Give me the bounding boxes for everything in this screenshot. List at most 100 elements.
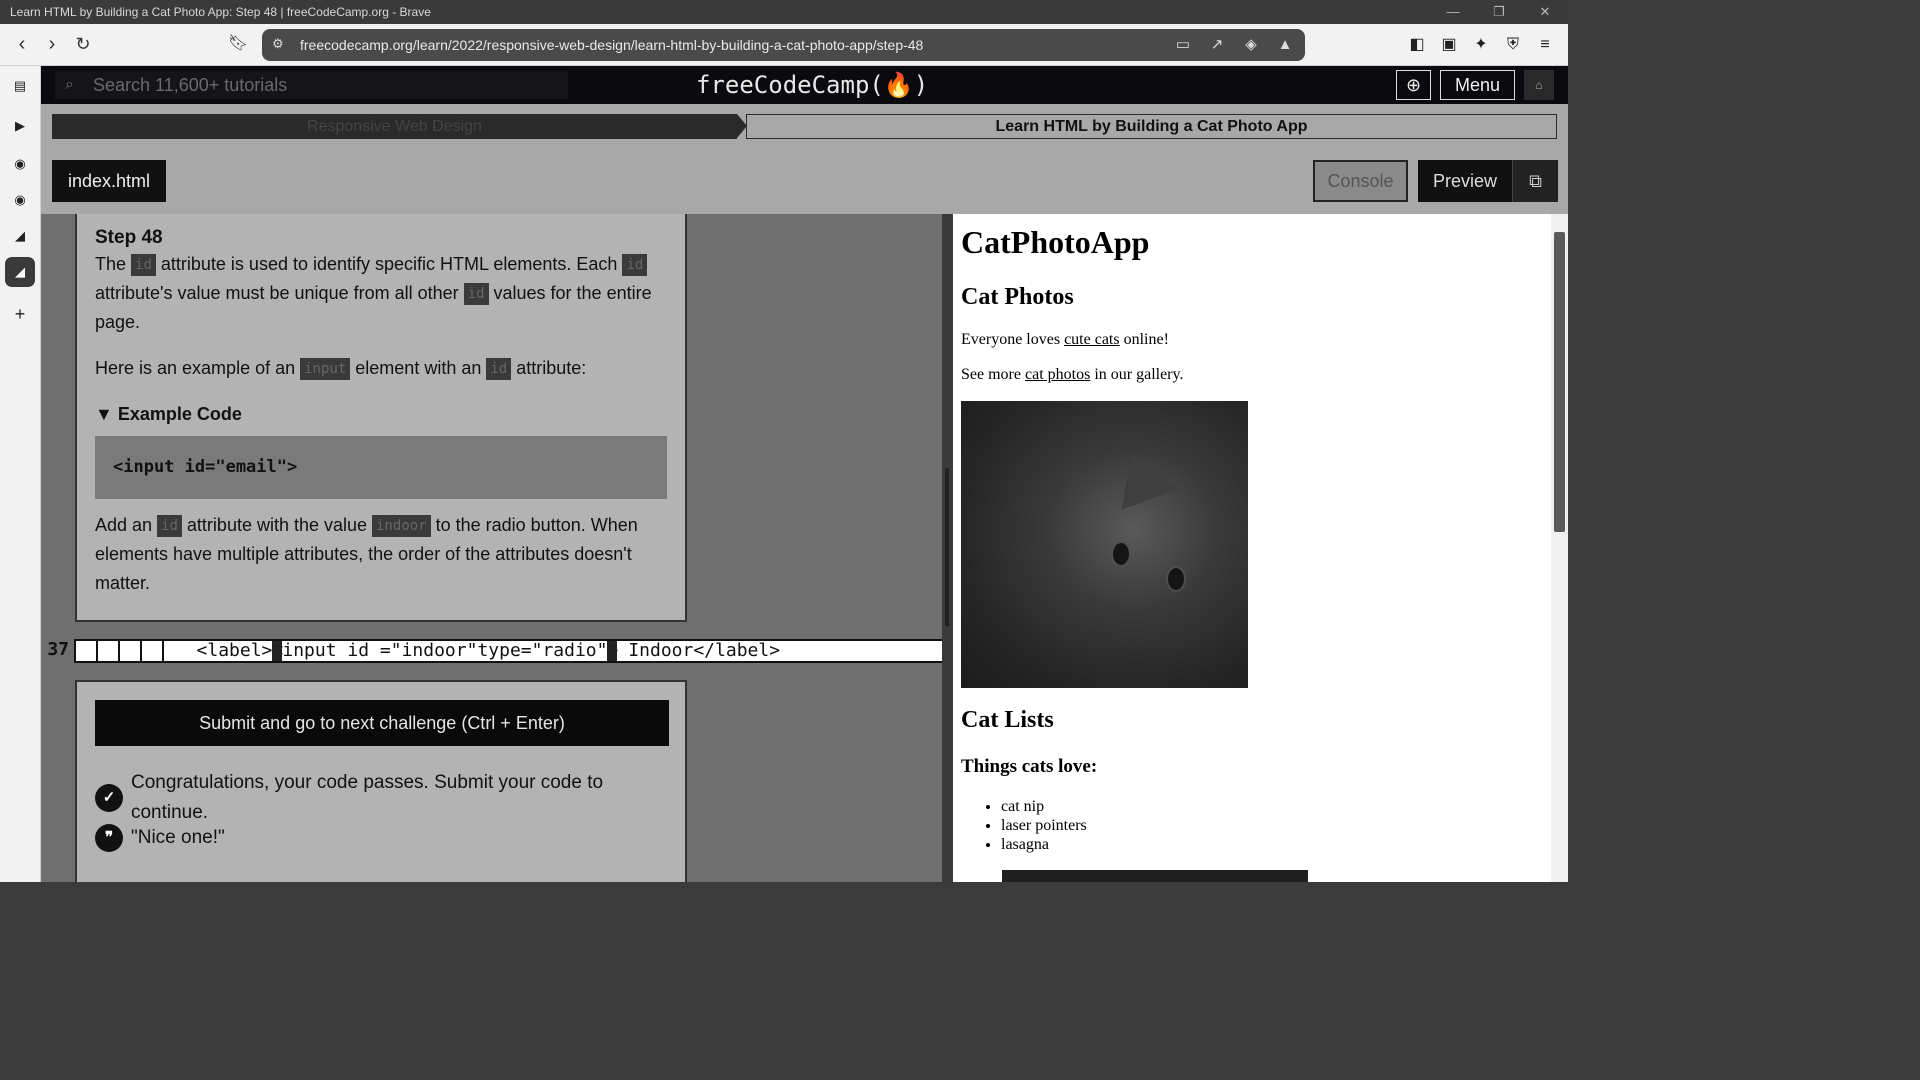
preview-heading-cat-photos: Cat Photos bbox=[961, 284, 1074, 310]
minimize-button[interactable]: — bbox=[1430, 0, 1476, 24]
cat-photos-link[interactable]: cat photos bbox=[1025, 366, 1090, 383]
browser-right-tools: ◧ ▣ ✦ ⛨ ≡ bbox=[1404, 32, 1558, 58]
globe-icon-2[interactable]: ◉ bbox=[8, 188, 32, 212]
code-text-input: input id ="indoor"type="radio" bbox=[282, 640, 608, 661]
text: attribute: bbox=[511, 358, 587, 378]
popout-preview-icon[interactable]: ⧉ bbox=[1512, 160, 1558, 202]
menu-button[interactable]: Menu bbox=[1440, 70, 1515, 100]
breadcrumb: Responsive Web Design Learn HTML by Buil… bbox=[41, 104, 1568, 214]
text: online! bbox=[1119, 331, 1169, 348]
breadcrumb-block[interactable]: Learn HTML by Building a Cat Photo App bbox=[746, 114, 1557, 139]
freecodecamp-active-icon[interactable]: ◢ bbox=[5, 257, 35, 287]
preview-paragraph-2: See more cat photos in our gallery. bbox=[961, 366, 1183, 384]
inline-code: id bbox=[486, 358, 512, 381]
console-button[interactable]: Console bbox=[1313, 160, 1408, 202]
search-input[interactable]: ⌕ Search 11,600+ tutorials bbox=[55, 71, 568, 99]
quote-text: "Nice one!" bbox=[131, 827, 225, 848]
preview-paragraph-1: Everyone loves cute cats online! bbox=[961, 331, 1169, 349]
brave-rewards-icon[interactable]: ▲ bbox=[1273, 34, 1297, 56]
url-text[interactable]: freecodecamp.org/learn/2022/responsive-w… bbox=[300, 29, 923, 61]
quote-icon: ❞ bbox=[95, 824, 123, 852]
example-code-summary[interactable]: ▼ Example Code bbox=[95, 400, 667, 429]
indent-guide bbox=[76, 641, 98, 661]
indent-guide bbox=[98, 641, 120, 661]
reload-icon[interactable]: ↻ bbox=[70, 32, 96, 58]
cute-cats-link[interactable]: cute cats bbox=[1064, 331, 1120, 348]
sidebar-toggle-icon[interactable]: ◧ bbox=[1404, 32, 1430, 58]
preview-scrollbar-thumb[interactable] bbox=[1554, 232, 1565, 532]
forward-icon[interactable]: › bbox=[39, 32, 65, 58]
text: Here is an example of an bbox=[95, 358, 301, 378]
list-item: lasagna bbox=[1001, 835, 1087, 854]
share-icon[interactable]: ↗ bbox=[1205, 34, 1229, 56]
lasagna-image bbox=[1002, 870, 1308, 882]
inline-code: id bbox=[622, 254, 648, 277]
inline-code: indoor bbox=[372, 515, 431, 538]
editor-gutter bbox=[41, 214, 74, 882]
cat-eye-shape bbox=[1166, 566, 1186, 592]
instructions-panel: Step 48 The id attribute is used to iden… bbox=[75, 214, 687, 622]
code-line-editable[interactable]: <label><input id ="indoor"type="radio"> … bbox=[74, 639, 946, 663]
instruction-paragraph-2: Here is an example of an input element w… bbox=[95, 354, 667, 383]
tab-index-html[interactable]: index.html bbox=[52, 160, 166, 202]
fcc-logo[interactable]: freeCodeCamp(🔥) bbox=[696, 68, 928, 102]
success-text: Congratulations, your code passes. Submi… bbox=[130, 772, 604, 823]
wallet-icon[interactable]: ▣ bbox=[1436, 32, 1462, 58]
editor-pane: Step 48 The id attribute is used to iden… bbox=[41, 214, 946, 882]
text: attribute's value must be unique from al… bbox=[95, 283, 464, 303]
list-item: laser pointers bbox=[1001, 816, 1087, 835]
cat-eye-shape bbox=[1111, 541, 1131, 567]
leo-ai-icon[interactable]: ✦ bbox=[1468, 32, 1494, 58]
check-circle-icon: ✓ bbox=[95, 784, 123, 812]
search-icon: ⌕ bbox=[65, 76, 74, 93]
text: Everyone loves bbox=[961, 331, 1065, 348]
preview-title: CatPhotoApp bbox=[961, 224, 1150, 260]
triangle-down-icon: ▼ bbox=[95, 404, 113, 424]
inline-code: id bbox=[131, 254, 156, 277]
cast-icon[interactable]: ▭ bbox=[1171, 34, 1195, 56]
back-icon[interactable]: ‹ bbox=[9, 32, 35, 58]
inline-code: input bbox=[300, 358, 351, 381]
pane-splitter[interactable] bbox=[942, 214, 953, 882]
preview-subheading: Things cats love: bbox=[961, 756, 1098, 777]
text: attribute with the value bbox=[181, 515, 373, 535]
close-button[interactable]: ✕ bbox=[1522, 0, 1568, 24]
step-title: Step 48 bbox=[95, 227, 163, 248]
window-controls: — ❐ ✕ bbox=[1430, 0, 1568, 24]
editor-scrollbar-thumb[interactable] bbox=[945, 468, 949, 626]
example-code-block: <input id="email"> bbox=[95, 436, 667, 499]
avatar[interactable]: ⌂ bbox=[1524, 70, 1554, 100]
instruction-paragraph-3: Add an id attribute with the value indoo… bbox=[95, 511, 667, 598]
preview-heading-cat-lists: Cat Lists bbox=[961, 707, 1054, 733]
window-title-bar: Learn HTML by Building a Cat Photo App: … bbox=[0, 0, 1568, 24]
window-title: Learn HTML by Building a Cat Photo App: … bbox=[10, 5, 431, 19]
list-item: cat nip bbox=[1001, 797, 1087, 816]
bookmark-icon[interactable]: 🔖︎ bbox=[225, 32, 251, 58]
youtube-icon[interactable]: ▶ bbox=[8, 114, 32, 138]
vpn-icon[interactable]: ⛨ bbox=[1500, 32, 1526, 58]
language-globe-icon[interactable]: ⊕ bbox=[1396, 70, 1431, 100]
cat-ear-shape bbox=[1104, 442, 1178, 510]
browser-sidebar: ▤ ▶ ◉ ◉ ◢ ◢ + bbox=[0, 66, 41, 882]
site-settings-icon[interactable]: ⚙ bbox=[272, 35, 290, 53]
indent-guide bbox=[142, 641, 164, 661]
preview-button[interactable]: Preview bbox=[1418, 160, 1512, 202]
address-bar[interactable]: ⚙ freecodecamp.org/learn/2022/responsive… bbox=[262, 29, 1305, 61]
cat-image[interactable] bbox=[961, 401, 1248, 688]
reading-list-icon[interactable]: ▤ bbox=[8, 74, 32, 98]
preview-pane: CatPhotoApp Cat Photos Everyone loves cu… bbox=[953, 214, 1568, 882]
submit-button[interactable]: Submit and go to next challenge (Ctrl + … bbox=[95, 700, 669, 746]
text: Add an bbox=[95, 515, 158, 535]
breadcrumb-superblock[interactable]: Responsive Web Design bbox=[52, 114, 737, 139]
restore-button[interactable]: ❐ bbox=[1476, 0, 1522, 24]
globe-icon[interactable]: ◉ bbox=[8, 152, 32, 176]
text: element with an bbox=[350, 358, 487, 378]
hamburger-menu-icon[interactable]: ≡ bbox=[1532, 32, 1558, 58]
freecodecamp-icon[interactable]: ◢ bbox=[8, 224, 32, 248]
search-placeholder: Search 11,600+ tutorials bbox=[93, 75, 288, 95]
preview-list: cat nip laser pointers lasagna bbox=[1001, 797, 1087, 854]
line-number: 37 bbox=[47, 639, 69, 660]
add-panel-icon[interactable]: + bbox=[8, 302, 32, 326]
brave-shields-icon[interactable]: ◈ bbox=[1239, 34, 1263, 56]
preview-scrollbar[interactable] bbox=[1551, 214, 1568, 882]
